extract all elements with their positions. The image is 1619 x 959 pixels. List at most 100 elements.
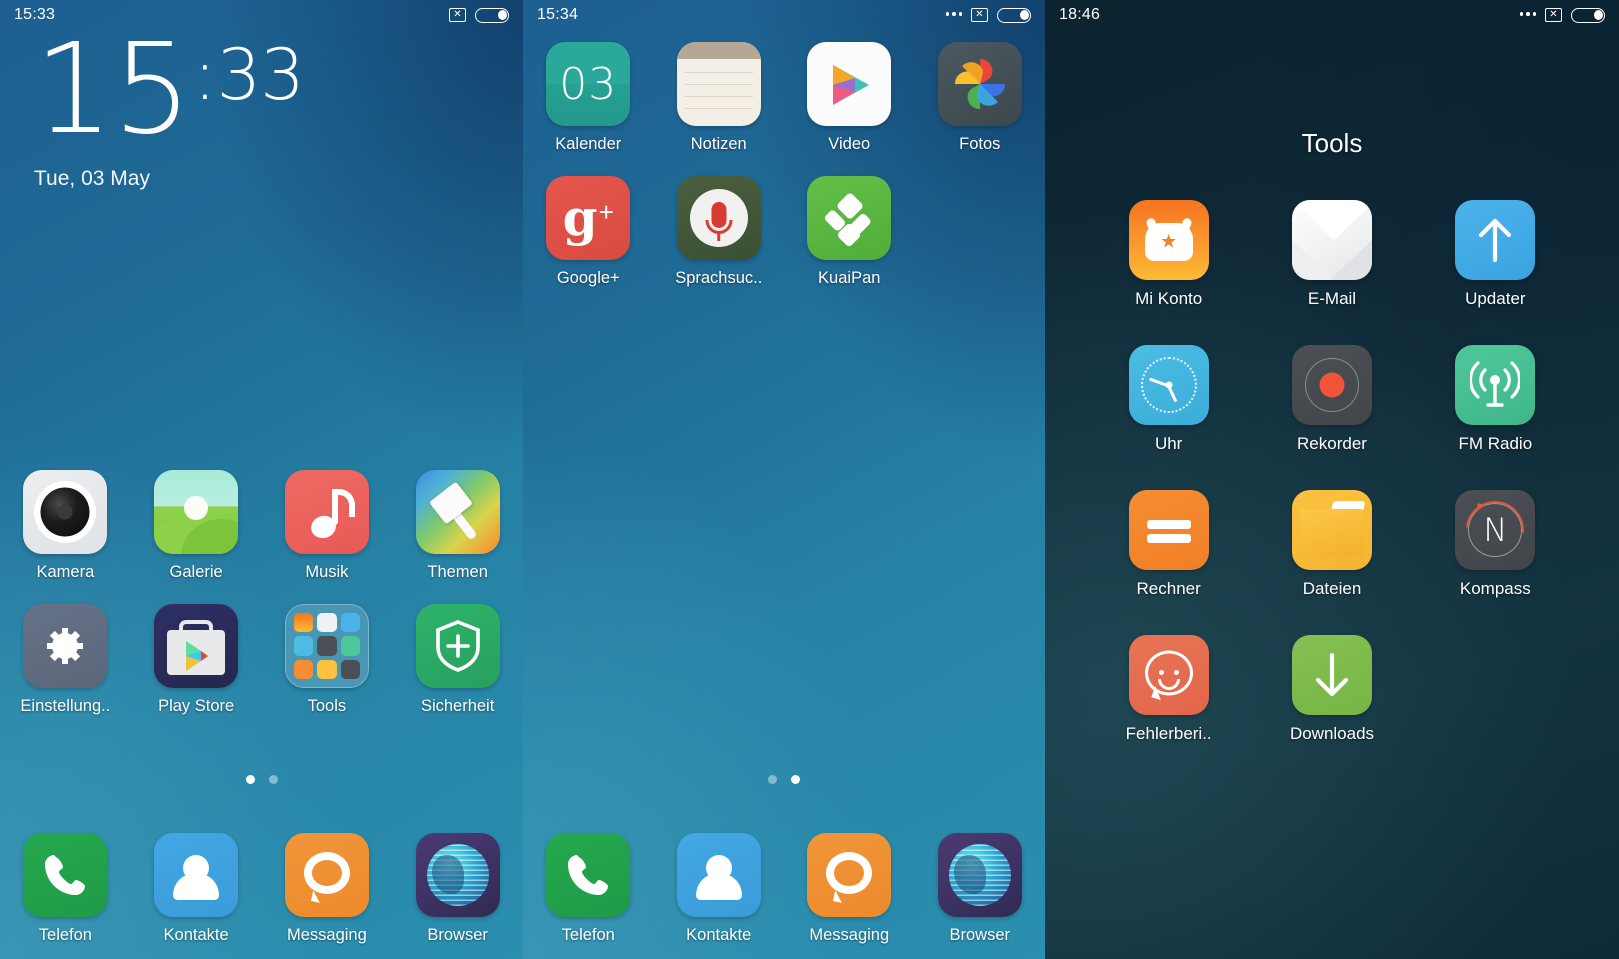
dock-messaging[interactable]: Messaging bbox=[784, 833, 915, 945]
gear-icon bbox=[23, 604, 108, 688]
app-sprachsuche[interactable]: Sprachsuc.. bbox=[654, 176, 785, 288]
play-store-icon bbox=[154, 604, 239, 688]
folder-icon bbox=[1291, 490, 1372, 570]
app-label: Dateien bbox=[1302, 579, 1362, 598]
page-indicator[interactable] bbox=[0, 775, 523, 784]
app-fotos[interactable]: Fotos bbox=[915, 42, 1046, 154]
app-label: Rekorder bbox=[1297, 434, 1367, 453]
browser-globe-icon bbox=[415, 833, 500, 917]
app-label: E-Mail bbox=[1307, 289, 1357, 308]
message-bubble-icon bbox=[284, 833, 369, 917]
app-video[interactable]: Video bbox=[784, 42, 915, 154]
app-fehlerbericht[interactable]: Fehlerberi.. bbox=[1087, 635, 1250, 744]
app-label: Themen bbox=[427, 563, 488, 581]
battery-icon bbox=[475, 7, 509, 23]
home-screen-page-2: 15:34 ✕ 03 Kalender Notizen Video Fotos … bbox=[523, 0, 1045, 959]
app-mi-konto[interactable]: ★ Mi Konto bbox=[1087, 200, 1250, 309]
app-label: Tools bbox=[307, 697, 347, 715]
app-label: Fotos bbox=[959, 135, 1001, 153]
dock-kontakte[interactable]: Kontakte bbox=[131, 833, 262, 945]
page-dot-1[interactable] bbox=[245, 775, 255, 784]
app-uhr[interactable]: Uhr bbox=[1087, 345, 1250, 454]
mi-account-icon: ★ bbox=[1128, 200, 1209, 280]
video-play-icon bbox=[807, 42, 892, 126]
app-rechner[interactable]: Rechner bbox=[1087, 490, 1250, 599]
gallery-icon bbox=[154, 470, 239, 554]
app-einstellungen[interactable]: Einstellung.. bbox=[0, 604, 131, 716]
app-label: Messaging bbox=[286, 926, 367, 944]
compass-icon: N bbox=[1455, 490, 1536, 570]
dock: Telefon Kontakte Messaging Browser bbox=[523, 833, 1045, 945]
app-galerie[interactable]: Galerie bbox=[131, 470, 262, 582]
app-label: Messaging bbox=[809, 926, 890, 944]
status-bar-clock: 18:46 bbox=[1059, 6, 1101, 23]
status-bar-clock: 15:33 bbox=[14, 6, 56, 23]
app-label: Updater bbox=[1465, 289, 1526, 308]
app-label: Einstellung.. bbox=[20, 697, 111, 715]
download-arrow-icon bbox=[1291, 635, 1372, 715]
dock-browser[interactable]: Browser bbox=[915, 833, 1046, 945]
app-label: Uhr bbox=[1154, 434, 1183, 453]
app-kamera[interactable]: Kamera bbox=[0, 470, 131, 582]
dock-messaging[interactable]: Messaging bbox=[262, 833, 393, 945]
overflow-dots-icon bbox=[1519, 12, 1536, 18]
folder-preview-icon bbox=[284, 604, 369, 688]
record-icon bbox=[1291, 345, 1372, 425]
app-play-store[interactable]: Play Store bbox=[131, 604, 262, 716]
app-sicherheit[interactable]: Sicherheit bbox=[392, 604, 523, 716]
music-note-icon bbox=[284, 470, 369, 554]
dock-browser[interactable]: Browser bbox=[392, 833, 523, 945]
microphone-icon bbox=[676, 176, 761, 260]
app-label: KuaiPan bbox=[818, 269, 881, 287]
app-kalender[interactable]: 03 Kalender bbox=[523, 42, 654, 154]
app-label: Fehlerberi.. bbox=[1125, 724, 1212, 743]
app-rekorder[interactable]: Rekorder bbox=[1250, 345, 1413, 454]
paintbrush-icon bbox=[415, 470, 500, 554]
app-label: Browser bbox=[427, 926, 488, 944]
status-bar-clock: 15:34 bbox=[537, 6, 579, 23]
camera-icon bbox=[23, 470, 108, 554]
app-label: Kompass bbox=[1459, 579, 1531, 598]
app-kompass[interactable]: N Kompass bbox=[1414, 490, 1577, 599]
clock-widget[interactable]: 15 : 33 Tue, 03 May bbox=[34, 17, 305, 191]
page-indicator[interactable] bbox=[523, 775, 1045, 784]
clock-hours: 15 bbox=[34, 17, 192, 162]
app-kuaipan[interactable]: KuaiPan bbox=[784, 176, 915, 288]
app-fm-radio[interactable]: FM Radio bbox=[1414, 345, 1577, 454]
dock-telefon[interactable]: Telefon bbox=[523, 833, 654, 945]
radio-antenna-icon bbox=[1455, 345, 1536, 425]
app-updater[interactable]: Updater bbox=[1414, 200, 1577, 309]
app-grid: Kamera Galerie Musik Themen Einstellung.… bbox=[0, 470, 523, 738]
battery-icon bbox=[997, 7, 1031, 23]
home-screen-page-1: 15:33 ✕ 15 : 33 Tue, 03 May Kamera Galer… bbox=[0, 0, 523, 959]
dock-telefon[interactable]: Telefon bbox=[0, 833, 131, 945]
app-downloads[interactable]: Downloads bbox=[1250, 635, 1413, 744]
tools-folder-screen: 18:46 ✕ Tools ★ Mi Konto E-Mail Updater … bbox=[1045, 0, 1619, 959]
app-notizen[interactable]: Notizen bbox=[654, 42, 785, 154]
clock-icon bbox=[1128, 345, 1209, 425]
app-google-plus[interactable]: g+ Google+ bbox=[523, 176, 654, 288]
phone-icon bbox=[23, 833, 108, 917]
page-dot-2[interactable] bbox=[268, 775, 278, 784]
app-label: Sicherheit bbox=[420, 697, 495, 715]
app-label: Mi Konto bbox=[1135, 289, 1203, 308]
calendar-day-number: 03 bbox=[559, 58, 618, 110]
phone-icon bbox=[546, 833, 631, 917]
app-musik[interactable]: Musik bbox=[262, 470, 393, 582]
browser-globe-icon bbox=[937, 833, 1022, 917]
clock-minutes: 33 bbox=[216, 34, 305, 116]
app-email[interactable]: E-Mail bbox=[1250, 200, 1413, 309]
app-folder-tools[interactable]: Tools bbox=[262, 604, 393, 716]
app-dateien[interactable]: Dateien bbox=[1250, 490, 1413, 599]
page-dot-2[interactable] bbox=[791, 775, 800, 784]
folder-title[interactable]: Tools bbox=[1045, 128, 1619, 159]
page-dot-1[interactable] bbox=[768, 775, 777, 784]
up-arrow-icon bbox=[1455, 200, 1536, 280]
clock-separator: : bbox=[193, 34, 217, 116]
calendar-icon: 03 bbox=[546, 42, 631, 126]
app-themen[interactable]: Themen bbox=[392, 470, 523, 582]
app-label: Browser bbox=[949, 926, 1010, 944]
app-label: Play Store bbox=[158, 697, 235, 715]
dock-kontakte[interactable]: Kontakte bbox=[654, 833, 785, 945]
app-label: Google+ bbox=[556, 269, 620, 287]
